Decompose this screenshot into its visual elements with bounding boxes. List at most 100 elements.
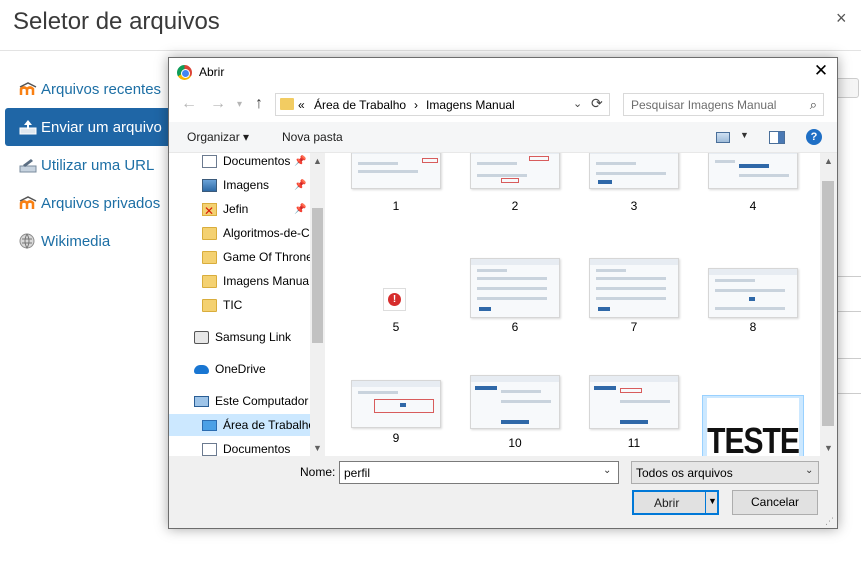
tree-item-imagens-manual[interactable]: Imagens Manua xyxy=(202,270,310,292)
breadcrumb-current-folder[interactable]: Imagens Manual xyxy=(426,98,515,112)
tree-item-algoritmos[interactable]: Algoritmos-de-C xyxy=(202,222,310,244)
file-tile[interactable]: 3 xyxy=(583,153,685,264)
tree-item-este-computador[interactable]: Este Computador xyxy=(194,390,310,412)
help-icon[interactable]: ? xyxy=(806,129,822,145)
file-tile[interactable]: 7 xyxy=(583,258,685,375)
documents-icon xyxy=(202,442,217,456)
tree-item-onedrive[interactable]: OneDrive xyxy=(194,358,310,380)
moodle-icon xyxy=(19,196,37,209)
folder-icon xyxy=(202,250,217,264)
back-arrow-icon[interactable]: ← xyxy=(181,95,197,113)
file-grid-scrollbar[interactable]: ▲ ▼ xyxy=(820,153,837,456)
file-name: 1 xyxy=(392,199,400,213)
address-bar[interactable]: « Área de Trabalho › Imagens Manual ⌄ ⟳ xyxy=(275,93,610,116)
file-tile[interactable]: 9 xyxy=(345,375,447,456)
file-picker-close-button[interactable]: × xyxy=(836,8,847,29)
tree-scrollbar[interactable]: ▲ ▼ xyxy=(310,153,325,456)
file-name: 5 xyxy=(392,320,400,334)
open-options-chevron-icon[interactable]: ▼ xyxy=(708,496,717,506)
file-picker-title: Seletor de arquivos xyxy=(13,8,220,35)
nav-item-url[interactable]: Utilizar uma URL xyxy=(5,146,180,184)
file-picker-separator xyxy=(0,50,861,51)
up-arrow-icon[interactable]: ↑ xyxy=(255,95,263,113)
file-tile[interactable]: 6 xyxy=(464,258,566,375)
nav-item-label: Enviar um arquivo xyxy=(41,118,162,136)
file-thumbnail xyxy=(589,375,679,429)
nav-item-private-files[interactable]: Arquivos privados xyxy=(5,184,180,222)
wikimedia-icon xyxy=(19,233,35,249)
open-button[interactable]: Abrir ▼ xyxy=(632,490,719,515)
address-dropdown-chevron-icon[interactable]: ⌄ xyxy=(573,97,582,110)
view-mode-chevron-icon[interactable]: ▼ xyxy=(740,130,749,140)
folder-icon xyxy=(202,274,217,288)
nav-item-wikimedia[interactable]: Wikimedia xyxy=(5,222,180,260)
tree-scrollbar-thumb[interactable] xyxy=(312,208,323,343)
pin-icon[interactable]: 📌 xyxy=(294,204,306,215)
file-tile[interactable]: 4 xyxy=(702,153,804,264)
scroll-up-icon[interactable]: ▲ xyxy=(824,156,833,166)
file-tile[interactable]: 2 xyxy=(464,153,566,264)
tree-item-game-of-thrones[interactable]: Game Of Throne xyxy=(202,246,313,268)
nav-item-upload-file[interactable]: Enviar um arquivo xyxy=(5,108,180,146)
search-input[interactable]: Pesquisar Imagens Manual ⌕ xyxy=(623,93,824,116)
tree-item-label: Documentos xyxy=(223,442,291,456)
file-tile[interactable]: 1 xyxy=(345,153,447,264)
scroll-down-icon[interactable]: ▼ xyxy=(824,443,833,453)
search-icon[interactable]: ⌕ xyxy=(810,97,817,113)
file-tile[interactable]: 5 xyxy=(345,258,447,375)
file-picker-view-button[interactable] xyxy=(835,78,859,98)
jefin-folder-icon xyxy=(202,202,217,218)
breadcrumb-overflow[interactable]: « xyxy=(298,98,305,112)
cancel-button[interactable]: Cancelar xyxy=(732,490,818,515)
samsung-link-icon xyxy=(194,330,209,344)
file-type-select[interactable]: Todos os arquivos xyxy=(631,461,819,484)
organize-button[interactable]: Organizar ▾ xyxy=(187,130,249,144)
file-thumbnail xyxy=(708,268,798,318)
tree-item-samsung-link[interactable]: Samsung Link xyxy=(194,326,310,348)
tree-item-label: Este Computador xyxy=(215,394,309,408)
tree-item-documentos-2[interactable]: Documentos xyxy=(202,438,310,456)
file-name: 11 xyxy=(627,436,641,450)
file-tile[interactable]: 11 xyxy=(583,375,685,456)
preview-pane-icon[interactable] xyxy=(769,131,785,144)
file-name: 2 xyxy=(511,199,519,213)
file-grid-scrollbar-thumb[interactable] xyxy=(822,181,834,426)
dialog-bottom-panel: Nome: perfil ⌄ Todos os arquivos ⌄ Abrir… xyxy=(169,456,837,528)
navigation-tree: Documentos 📌 Imagens 📌 Jefin 📌 Algoritmo… xyxy=(169,153,324,456)
new-folder-button[interactable]: Nova pasta xyxy=(282,130,343,144)
file-name-dropdown-chevron-icon[interactable]: ⌄ xyxy=(603,465,611,476)
file-tile-perfil[interactable]: TESTE perfil xyxy=(702,395,804,456)
file-tile[interactable]: 8 xyxy=(702,258,804,375)
image-thumbnail-text: TESTE xyxy=(707,421,800,456)
open-file-dialog: Abrir ✕ ← → ▾ ↑ « Área de Trabalho › Ima… xyxy=(168,57,838,529)
file-name: 7 xyxy=(630,320,638,334)
recent-locations-chevron-icon[interactable]: ▾ xyxy=(237,99,242,110)
breadcrumb-desktop[interactable]: Área de Trabalho xyxy=(314,98,406,112)
desktop-icon xyxy=(202,419,217,431)
nav-item-recent-files[interactable]: Arquivos recentes xyxy=(5,70,180,108)
dialog-titlebar: Abrir ✕ xyxy=(169,58,837,87)
dialog-close-button[interactable]: ✕ xyxy=(809,61,833,83)
forward-arrow-icon[interactable]: → xyxy=(210,95,226,113)
resize-grip-icon[interactable]: ⋰ xyxy=(825,516,834,527)
tree-item-area-de-trabalho[interactable]: Área de Trabalho xyxy=(169,414,315,436)
file-name: 10 xyxy=(508,436,522,450)
file-thumbnail xyxy=(589,258,679,318)
tree-item-tic[interactable]: TIC xyxy=(202,294,310,316)
view-mode-icon[interactable] xyxy=(716,132,730,143)
scroll-down-icon[interactable]: ▼ xyxy=(313,443,322,453)
file-picker-field[interactable] xyxy=(835,276,861,312)
scroll-up-icon[interactable]: ▲ xyxy=(313,156,322,166)
url-icon xyxy=(19,159,37,173)
pin-icon[interactable]: 📌 xyxy=(294,156,306,167)
file-picker-nav: Arquivos recentes Enviar um arquivo Util… xyxy=(5,70,180,260)
folder-icon xyxy=(280,98,294,110)
file-thumbnail xyxy=(351,153,441,189)
file-name-input[interactable]: perfil xyxy=(339,461,619,484)
pin-icon[interactable]: 📌 xyxy=(294,180,306,191)
file-tile[interactable]: 10 xyxy=(464,375,566,456)
file-type-value: Todos os arquivos xyxy=(636,466,733,480)
file-type-chevron-icon[interactable]: ⌄ xyxy=(805,465,813,476)
refresh-icon[interactable]: ⟳ xyxy=(591,95,603,112)
file-picker-field[interactable] xyxy=(835,358,861,394)
